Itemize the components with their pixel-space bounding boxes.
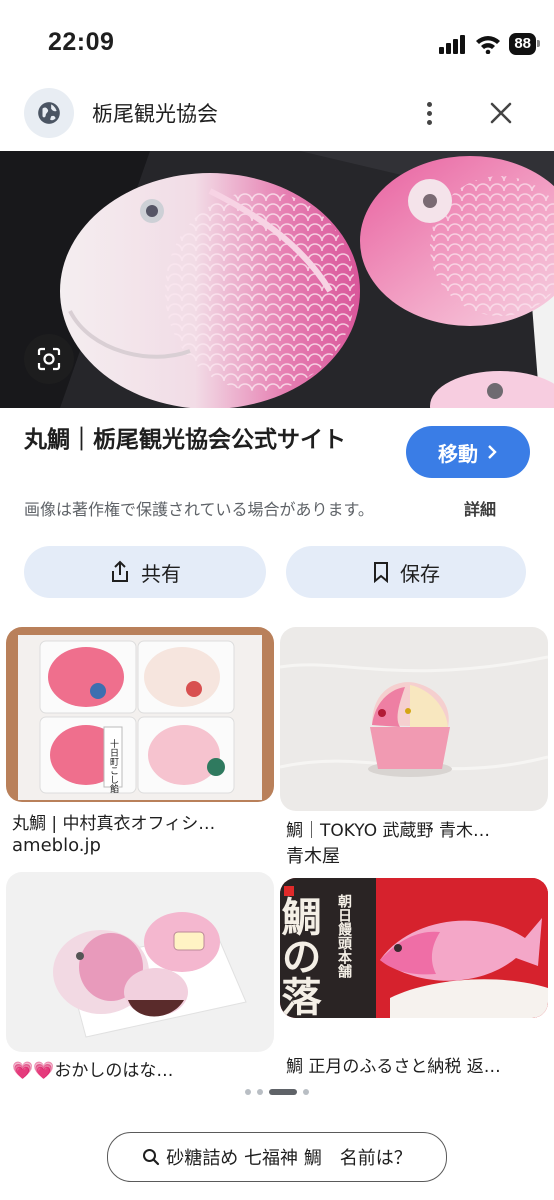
close-button[interactable] xyxy=(484,96,518,130)
share-icon xyxy=(112,560,128,582)
related-thumb-1[interactable]: 十日町こし餡 xyxy=(6,627,274,802)
related-caption-2[interactable]: 鯛｜TOKYO 武蔵野 青木… xyxy=(286,816,542,841)
page-dot xyxy=(245,1089,251,1095)
site-favicon[interactable] xyxy=(24,88,74,138)
related-source-1[interactable]: ameblo.jp xyxy=(12,835,101,856)
related-thumb-4[interactable]: 鯛の落雁 朝日饅頭本舗 xyxy=(280,878,548,1018)
search-suggestion-text: 砂糖詰め 七福神 鯛 名前は？ xyxy=(166,1148,412,1169)
status-icons: 88 xyxy=(439,30,540,58)
related-source-2[interactable]: 青木屋 xyxy=(286,842,340,868)
related-item-3[interactable]: 💗💗おかしのはな… xyxy=(6,872,274,1081)
visit-button[interactable]: 移動 xyxy=(406,426,530,478)
save-button[interactable]: 保存 xyxy=(286,546,526,598)
save-label: 保存 xyxy=(400,561,440,586)
thumb4-small-text: 朝日饅頭本舗 xyxy=(336,893,353,979)
status-time: 22:09 xyxy=(48,28,115,56)
details-link[interactable]: 詳細 xyxy=(464,496,496,520)
thumb4-big-text: 鯛の落雁 xyxy=(280,896,322,1018)
related-caption-3[interactable]: 💗💗おかしのはな… xyxy=(12,1056,268,1081)
chevron-right-icon xyxy=(488,445,497,459)
hero-illustration xyxy=(0,151,554,408)
share-button[interactable]: 共有 xyxy=(24,546,266,598)
more-options-button[interactable] xyxy=(416,94,442,132)
battery-indicator: 88 xyxy=(509,33,540,55)
close-icon xyxy=(490,102,512,124)
related-caption-4[interactable]: 鯛 正月のふるさと納税 返… xyxy=(286,1052,542,1077)
globe-icon xyxy=(38,102,60,124)
url-bar: 栃尾観光協会 xyxy=(0,84,554,142)
related-thumb-2[interactable] xyxy=(280,627,548,811)
page-dot xyxy=(257,1089,263,1095)
lens-icon xyxy=(37,347,61,371)
search-suggestion-chip[interactable]: 砂糖詰め 七福神 鯛 名前は？ xyxy=(107,1132,447,1182)
signal-icon xyxy=(439,35,466,54)
related-caption-1[interactable]: 丸鯛 | 中村真衣オフィシ… xyxy=(12,809,268,834)
thumb1-label: 十日町こし餡 xyxy=(108,738,119,794)
result-title[interactable]: 丸鯛｜栃尾観光協会公式サイト xyxy=(24,424,384,456)
bookmark-icon xyxy=(374,562,388,583)
site-title: 栃尾観光協会 xyxy=(92,102,218,126)
page-indicator xyxy=(0,1089,554,1095)
related-thumb-3[interactable] xyxy=(6,872,274,1052)
related-item-2[interactable]: 鯛｜TOKYO 武蔵野 青木… 青木屋 xyxy=(280,627,548,867)
status-bar: 22:09 88 xyxy=(0,0,554,80)
visit-label: 移動 xyxy=(438,441,478,466)
search-icon xyxy=(143,1149,160,1166)
wifi-icon xyxy=(476,36,501,54)
more-vert-icon xyxy=(426,101,432,107)
lens-button[interactable] xyxy=(24,334,74,384)
hero-image[interactable] xyxy=(0,151,554,408)
related-item-1[interactable]: 十日町こし餡 丸鯛 | 中村真衣オフィシ… ameblo.jp xyxy=(6,627,274,867)
related-item-4[interactable]: 鯛の落雁 朝日饅頭本舗 鯛 正月のふるさと納税 返… xyxy=(280,878,548,1080)
page-dot-active xyxy=(269,1089,297,1095)
copyright-notice: 画像は著作権で保護されている場合があります。 xyxy=(24,500,374,519)
page-dot xyxy=(303,1089,309,1095)
share-label: 共有 xyxy=(141,561,181,586)
